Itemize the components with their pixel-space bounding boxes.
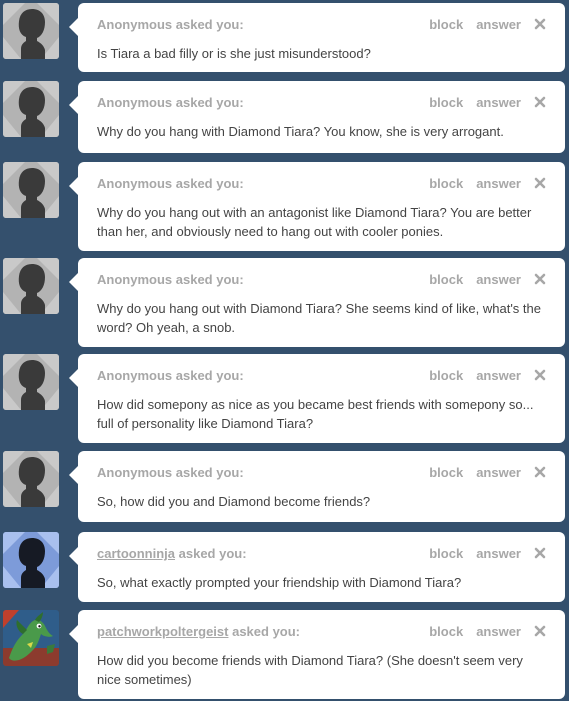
anonymous-silhouette-icon [3, 258, 59, 314]
asked-you-label: asked you: [178, 546, 247, 561]
anonymous-silhouette-icon [3, 451, 59, 507]
block-button[interactable]: block [429, 368, 463, 383]
question-text: How did you become friends with Diamond … [97, 653, 523, 687]
asked-you-label: asked you: [175, 272, 244, 287]
anonymous-silhouette-icon [3, 3, 59, 59]
ask-header: cartoonninja asked you: [97, 546, 247, 561]
answer-button[interactable]: answer [476, 546, 521, 561]
question-text: Why do you hang with Diamond Tiara? You … [97, 124, 504, 139]
asked-you-label: asked you: [175, 176, 244, 191]
question-text: Why do you hang out with Diamond Tiara? … [97, 301, 541, 335]
ask-card: Anonymous asked you: block answer So, how… [69, 451, 565, 522]
card-pointer [69, 273, 78, 291]
block-button[interactable]: block [429, 546, 463, 561]
ask-actions: block answer [429, 624, 546, 639]
card-pointer [69, 96, 78, 114]
card-pointer [69, 625, 78, 643]
anonymous-silhouette-icon [3, 162, 59, 218]
ask-card: Anonymous asked you: block answer Why do … [69, 162, 565, 251]
ask-card: patchworkpoltergeist asked you: block ans… [69, 610, 565, 699]
ask-header: patchworkpoltergeist asked you: [97, 624, 300, 639]
avatar[interactable] [3, 610, 59, 666]
close-icon[interactable] [534, 547, 546, 559]
ask-card: Anonymous asked you: block answer Why do … [69, 81, 565, 153]
asker-name: Anonymous [97, 368, 173, 383]
answer-button[interactable]: answer [476, 272, 521, 287]
ask-header: Anonymous asked you: [97, 17, 244, 32]
answer-button[interactable]: answer [476, 368, 521, 383]
question-text: So, how did you and Diamond become frien… [97, 494, 371, 509]
ask-header: Anonymous asked you: [97, 368, 244, 383]
avatar[interactable] [3, 162, 59, 218]
asker-name: Anonymous [97, 17, 173, 32]
card-pointer [69, 369, 78, 387]
question-text: Is Tiara a bad filly or is she just misu… [97, 46, 371, 61]
ask-card: Anonymous asked you: block answer Is Tiar… [69, 3, 565, 72]
asker-link[interactable]: patchworkpoltergeist [97, 624, 228, 639]
asked-you-label: asked you: [175, 95, 244, 110]
ask-header: Anonymous asked you: [97, 95, 244, 110]
question-text: How did somepony as nice as you became b… [97, 397, 534, 431]
close-icon[interactable] [534, 18, 546, 30]
asked-you-label: asked you: [175, 368, 244, 383]
close-icon[interactable] [534, 466, 546, 478]
anonymous-silhouette-icon [3, 81, 59, 137]
ask-actions: block answer [429, 465, 546, 480]
avatar[interactable] [3, 451, 59, 507]
anonymous-silhouette-icon [3, 354, 59, 410]
close-icon[interactable] [534, 369, 546, 381]
answer-button[interactable]: answer [476, 465, 521, 480]
ask-actions: block answer [429, 176, 546, 191]
card-pointer [69, 466, 78, 484]
block-button[interactable]: block [429, 95, 463, 110]
asked-you-label: asked you: [232, 624, 301, 639]
asker-name: Anonymous [97, 176, 173, 191]
block-button[interactable]: block [429, 272, 463, 287]
answer-button[interactable]: answer [476, 95, 521, 110]
ask-actions: block answer [429, 17, 546, 32]
ask-actions: block answer [429, 368, 546, 383]
ask-card: Anonymous asked you: block answer Why do … [69, 258, 565, 347]
asked-you-label: asked you: [175, 465, 244, 480]
close-icon[interactable] [534, 96, 546, 108]
user-art-green-pony-icon [3, 610, 59, 666]
ask-actions: block answer [429, 272, 546, 287]
close-icon[interactable] [534, 625, 546, 637]
ask-header: Anonymous asked you: [97, 465, 244, 480]
avatar[interactable] [3, 258, 59, 314]
ask-actions: block answer [429, 95, 546, 110]
asker-link[interactable]: cartoonninja [97, 546, 175, 561]
ask-card: Anonymous asked you: block answer How did… [69, 354, 565, 443]
close-icon[interactable] [534, 273, 546, 285]
asker-name: Anonymous [97, 95, 173, 110]
avatar[interactable] [3, 532, 59, 588]
answer-button[interactable]: answer [476, 624, 521, 639]
asker-name: Anonymous [97, 465, 173, 480]
block-button[interactable]: block [429, 624, 463, 639]
ask-actions: block answer [429, 546, 546, 561]
avatar[interactable] [3, 81, 59, 137]
avatar[interactable] [3, 354, 59, 410]
ask-card: cartoonninja asked you: block answer So, … [69, 532, 565, 602]
asker-name: Anonymous [97, 272, 173, 287]
question-text: So, what exactly prompted your friendshi… [97, 575, 462, 590]
card-pointer [69, 18, 78, 36]
question-text: Why do you hang out with an antagonist l… [97, 205, 532, 239]
ask-header: Anonymous asked you: [97, 272, 244, 287]
answer-button[interactable]: answer [476, 176, 521, 191]
asked-you-label: asked you: [175, 17, 244, 32]
close-icon[interactable] [534, 177, 546, 189]
answer-button[interactable]: answer [476, 17, 521, 32]
block-button[interactable]: block [429, 176, 463, 191]
card-pointer [69, 177, 78, 195]
ask-header: Anonymous asked you: [97, 176, 244, 191]
block-button[interactable]: block [429, 465, 463, 480]
block-button[interactable]: block [429, 17, 463, 32]
user-silhouette-blue-icon [3, 532, 59, 588]
card-pointer [69, 547, 78, 565]
avatar[interactable] [3, 3, 59, 59]
